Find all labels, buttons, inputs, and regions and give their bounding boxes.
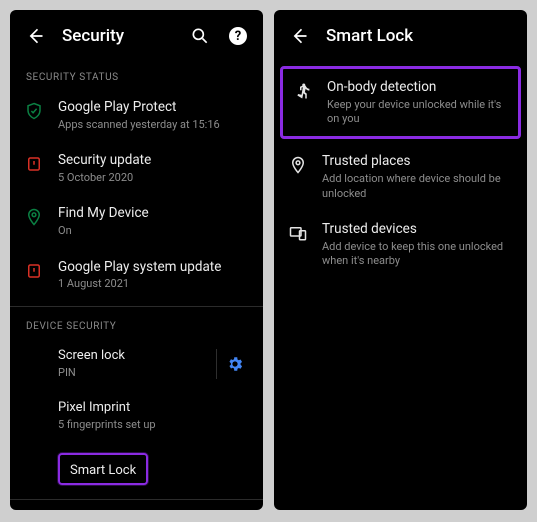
row-label: Find My Device (58, 205, 249, 222)
row-find-my-device[interactable]: Find My Device On (10, 195, 263, 248)
location-pin-icon (288, 155, 308, 175)
back-arrow-icon[interactable] (24, 25, 46, 47)
row-sub: Apps scanned yesterday at 15:16 (58, 118, 249, 132)
row-sub: Add location where device should be unlo… (322, 172, 513, 201)
row-play-protect[interactable]: Google Play Protect Apps scanned yesterd… (10, 89, 263, 142)
security-settings-screen: Security ? SECURITY STATUS Google Play P… (10, 10, 263, 510)
row-trusted-devices[interactable]: Trusted devices Add device to keep this … (274, 211, 527, 278)
row-sub: 5 October 2020 (58, 171, 249, 185)
gear-icon[interactable] (216, 349, 253, 379)
app-bar: Security ? (10, 10, 263, 62)
walking-person-icon (293, 81, 313, 101)
devices-icon (288, 223, 308, 243)
row-sub: 1 August 2021 (58, 277, 249, 291)
page-title: Security (62, 26, 173, 46)
help-icon[interactable]: ? (227, 25, 249, 47)
row-label: Pixel Imprint (58, 400, 249, 416)
search-icon[interactable] (189, 25, 211, 47)
row-label: Smart Lock (70, 463, 136, 478)
divider (10, 306, 263, 307)
row-label: Google Play Protect (58, 99, 249, 116)
row-sub: Add device to keep this one unlocked whe… (322, 240, 513, 269)
row-label: Trusted devices (322, 221, 513, 238)
row-device-admin[interactable]: Device admin apps 1 active app (10, 504, 263, 510)
divider (10, 499, 263, 500)
row-pixel-imprint[interactable]: Pixel Imprint 5 fingerprints set up (10, 390, 263, 443)
row-label: Trusted places (322, 153, 513, 170)
row-smart-lock[interactable]: Smart Lock (10, 443, 263, 495)
alert-chip-icon (24, 261, 44, 281)
alert-chip-icon (24, 154, 44, 174)
row-onbody-detection[interactable]: On-body detection Keep your device unloc… (280, 66, 521, 139)
shield-check-icon (24, 101, 44, 121)
row-label: Google Play system update (58, 259, 249, 276)
row-screen-lock[interactable]: Screen lock PIN (10, 338, 263, 391)
section-security-status: SECURITY STATUS (10, 62, 263, 89)
scroll-area: SECURITY STATUS Google Play Protect Apps… (10, 62, 263, 510)
row-play-system-update[interactable]: Google Play system update 1 August 2021 (10, 249, 263, 302)
row-sub: 5 fingerprints set up (58, 418, 249, 432)
row-trusted-places[interactable]: Trusted places Add location where device… (274, 143, 527, 210)
page-title: Smart Lock (326, 26, 513, 46)
back-arrow-icon[interactable] (288, 25, 310, 47)
row-sub: On (58, 224, 249, 238)
location-pin-icon (24, 207, 44, 227)
row-label: On-body detection (327, 79, 508, 96)
app-bar: Smart Lock (274, 10, 527, 62)
section-device-security: DEVICE SECURITY (10, 311, 263, 338)
row-label: Security update (58, 152, 249, 169)
smart-lock-screen: Smart Lock On-body detection Keep your d… (274, 10, 527, 510)
row-sub: Keep your device unlocked while it's on … (327, 98, 508, 127)
highlight-smart-lock: Smart Lock (58, 453, 148, 485)
row-security-update[interactable]: Security update 5 October 2020 (10, 142, 263, 195)
